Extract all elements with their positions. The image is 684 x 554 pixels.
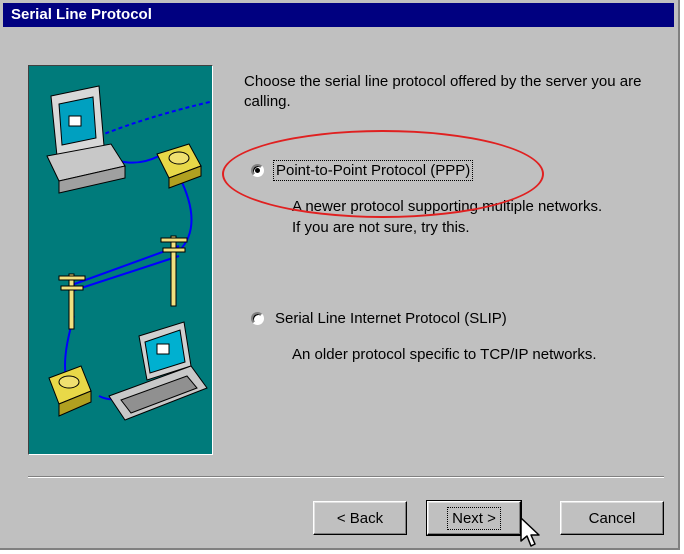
telephone-icon (156, 143, 202, 189)
ppp-radio-label[interactable]: Point-to-Point Protocol (PPP) (272, 160, 474, 181)
ppp-description-line-1: A newer protocol supporting multiple net… (292, 198, 603, 215)
telephone-icon (48, 365, 92, 417)
modem-connection-illustration (28, 65, 213, 455)
ppp-description-line-2: If you are not sure, try this. (292, 219, 470, 236)
mouse-pointer-icon (520, 517, 540, 547)
slip-description: An older protocol specific to TCP/IP net… (292, 344, 597, 365)
slip-radio-button[interactable] (251, 312, 264, 325)
back-button[interactable]: < Back (313, 501, 407, 535)
ppp-radio-button[interactable] (251, 164, 264, 177)
cancel-button-label: Cancel (588, 509, 636, 527)
separator-line (28, 476, 664, 478)
cancel-button[interactable]: Cancel (560, 501, 664, 535)
ppp-radio-option[interactable]: Point-to-Point Protocol (PPP) (251, 160, 474, 181)
slip-radio-option[interactable]: Serial Line Internet Protocol (SLIP) (251, 310, 507, 327)
title-bar: Serial Line Protocol (3, 3, 674, 27)
next-button[interactable]: Next > (426, 500, 522, 536)
next-button-label: Next > (447, 506, 501, 530)
dialog-window: Serial Line Protocol Choose the serial l… (0, 0, 680, 550)
intro-text: Choose the serial line protocol offered … (244, 73, 642, 110)
slip-description-line-1: An older protocol specific to TCP/IP net… (292, 346, 597, 363)
slip-radio-label[interactable]: Serial Line Internet Protocol (SLIP) (275, 310, 507, 327)
laptop-icon (108, 321, 208, 421)
desktop-computer-icon (46, 85, 126, 194)
ppp-description: A newer protocol supporting multiple net… (292, 196, 602, 238)
back-button-label: < Back (336, 509, 384, 527)
